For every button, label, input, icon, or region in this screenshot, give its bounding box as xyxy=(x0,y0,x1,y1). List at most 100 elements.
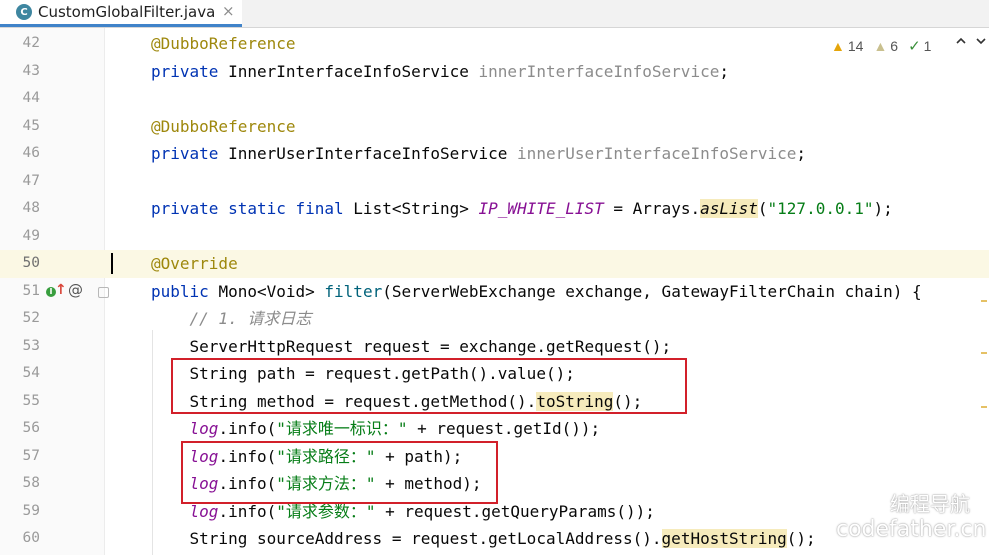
warning-icon: ▲ xyxy=(831,38,845,54)
code-text[interactable]: // 1. 请求日志 xyxy=(151,305,312,333)
next-highlight-icon[interactable] xyxy=(975,34,987,52)
line-number[interactable]: 56 xyxy=(0,415,40,443)
code-token: log xyxy=(189,446,219,466)
code-line[interactable]: 46 private InnerUserInterfaceInfoService … xyxy=(0,140,989,168)
line-number[interactable]: 60 xyxy=(0,525,40,553)
code-line[interactable]: 47 xyxy=(0,168,989,196)
code-token: .info( xyxy=(218,419,277,438)
code-token: filter xyxy=(324,281,383,301)
editor-tab-bar: C CustomGlobalFilter.java × xyxy=(0,0,989,28)
line-number[interactable]: 52 xyxy=(0,305,40,333)
line-number[interactable]: 46 xyxy=(0,140,40,168)
code-text[interactable]: String path = request.getPath().value(); xyxy=(151,360,575,388)
line-number[interactable]: 47 xyxy=(0,168,40,196)
code-token: + request.getId()); xyxy=(407,419,601,438)
line-number[interactable]: 48 xyxy=(0,195,40,223)
code-token: innerUserInterfaceInfoService xyxy=(517,144,797,163)
code-token: + path); xyxy=(375,446,463,466)
code-token: IP_WHITE_LIST xyxy=(478,199,604,218)
code-editor[interactable]: 42 @DubboReference 43 private InnerInterfac… xyxy=(0,28,989,555)
java-class-icon: C xyxy=(16,4,32,20)
code-token: @Override xyxy=(151,254,238,273)
line-number[interactable]: 44 xyxy=(0,85,40,113)
code-text[interactable]: log.info("请求参数：" + request.getQueryParam… xyxy=(151,498,655,526)
code-token: "请求方法：" xyxy=(276,474,376,493)
code-text[interactable]: String sourceAddress = request.getLocalA… xyxy=(151,525,816,553)
watermark-url: codefather.cn xyxy=(836,517,987,542)
weak-warning-icon: ▲ xyxy=(873,38,888,54)
line-number[interactable]: 45 xyxy=(0,113,40,141)
line-number[interactable]: 58 xyxy=(0,470,40,498)
code-text[interactable]: private InnerUserInterfaceInfoService in… xyxy=(151,140,806,168)
code-line[interactable]: 49 xyxy=(0,223,989,251)
code-token: log xyxy=(189,419,219,438)
code-token: log xyxy=(189,474,219,493)
typo-check-icon: ✓ xyxy=(908,38,921,55)
code-token: "127.0.0.1" xyxy=(767,199,874,218)
line-number[interactable]: 42 xyxy=(0,30,40,58)
line-number[interactable]: 51 xyxy=(0,278,40,306)
code-text[interactable]: log.info("请求唯一标识：" + request.getId()); xyxy=(151,415,601,443)
code-token: (); xyxy=(786,529,816,548)
code-line[interactable]: 55 String method = request.getMethod().t… xyxy=(0,388,989,416)
code-text[interactable]: @Override xyxy=(151,250,238,278)
code-token: = Arrays. xyxy=(603,199,701,218)
code-line[interactable]: 48 private static final List<String> IP_W… xyxy=(0,195,989,223)
code-line[interactable]: 58 log.info("请求方法：" + method); xyxy=(0,470,989,498)
code-text[interactable]: String method = request.getMethod().toSt… xyxy=(151,388,642,416)
code-token: @DubboReference xyxy=(151,34,296,53)
line-number[interactable]: 57 xyxy=(0,443,40,471)
annotation-icon[interactable]: @ xyxy=(68,281,83,299)
line-number[interactable]: 59 xyxy=(0,498,40,526)
code-token: private xyxy=(151,61,229,81)
code-line[interactable]: 45 @DubboReference xyxy=(0,113,989,141)
code-line[interactable]: 50 @Override xyxy=(0,250,989,278)
code-token: (ServerWebExchange exchange, GatewayFilt… xyxy=(382,281,922,301)
code-line[interactable]: 54 String path = request.getPath().value… xyxy=(0,360,989,388)
code-text[interactable]: public Mono<Void> filter(ServerWebExchan… xyxy=(151,278,922,306)
code-token: .info( xyxy=(218,501,277,521)
code-token: .info( xyxy=(218,446,277,466)
tab-customglobalfilter[interactable]: C CustomGlobalFilter.java × xyxy=(0,0,242,27)
code-token: InnerInterfaceInfoService xyxy=(228,61,479,81)
code-token: getHostString xyxy=(661,529,787,548)
code-text[interactable]: log.info("请求方法：" + method); xyxy=(151,470,482,498)
code-line[interactable]: 57 log.info("请求路径：" + path); xyxy=(0,443,989,471)
close-tab-icon[interactable]: × xyxy=(222,2,235,20)
code-text[interactable]: @DubboReference xyxy=(151,113,296,141)
code-line[interactable]: 53 ServerHttpRequest request = exchange.… xyxy=(0,333,989,361)
weak-warning-count: 6 xyxy=(890,38,899,54)
code-line[interactable]: 51 public Mono<Void> filter(ServerWebExch… xyxy=(0,278,989,306)
line-number[interactable]: 54 xyxy=(0,360,40,388)
code-text[interactable]: ServerHttpRequest request = exchange.get… xyxy=(151,333,672,361)
code-text[interactable]: log.info("请求路径：" + path); xyxy=(151,443,463,471)
previous-highlight-icon[interactable] xyxy=(955,34,967,52)
code-line[interactable]: 43 private InnerInterfaceInfoService inne… xyxy=(0,58,989,86)
scrollbar-marker xyxy=(981,406,987,408)
overrides-arrow-icon[interactable]: ↑ xyxy=(55,282,67,298)
code-line[interactable]: 44 xyxy=(0,85,989,113)
fold-icon[interactable] xyxy=(98,286,109,298)
line-number[interactable]: 49 xyxy=(0,223,40,251)
code-token: asList xyxy=(700,199,758,218)
code-token: String path = request.getPath().value(); xyxy=(151,364,575,383)
line-number[interactable]: 53 xyxy=(0,333,40,361)
code-text[interactable]: private InnerInterfaceInfoService innerI… xyxy=(151,58,729,86)
code-text[interactable]: @DubboReference xyxy=(151,30,296,58)
line-number[interactable]: 55 xyxy=(0,388,40,416)
inspection-widget[interactable]: ▲ 14 ▲ 6 ✓ 1 xyxy=(831,36,931,56)
code-token: innerInterfaceInfoService xyxy=(478,61,720,81)
code-token: InnerUserInterfaceInfoService xyxy=(228,144,518,163)
line-number[interactable]: 43 xyxy=(0,58,40,86)
code-text[interactable]: private static final List<String> IP_WHI… xyxy=(151,195,893,223)
code-token: toString xyxy=(536,391,614,411)
warning-count: 14 xyxy=(847,38,864,54)
line-number[interactable]: 50 xyxy=(0,250,40,278)
code-line[interactable]: 52 // 1. 请求日志 xyxy=(0,305,989,333)
code-token: String method = request.getMethod(). xyxy=(151,391,537,411)
code-line[interactable]: 56 log.info("请求唯一标识：" + request.getId())… xyxy=(0,415,989,443)
code-token: .info( xyxy=(218,474,277,493)
